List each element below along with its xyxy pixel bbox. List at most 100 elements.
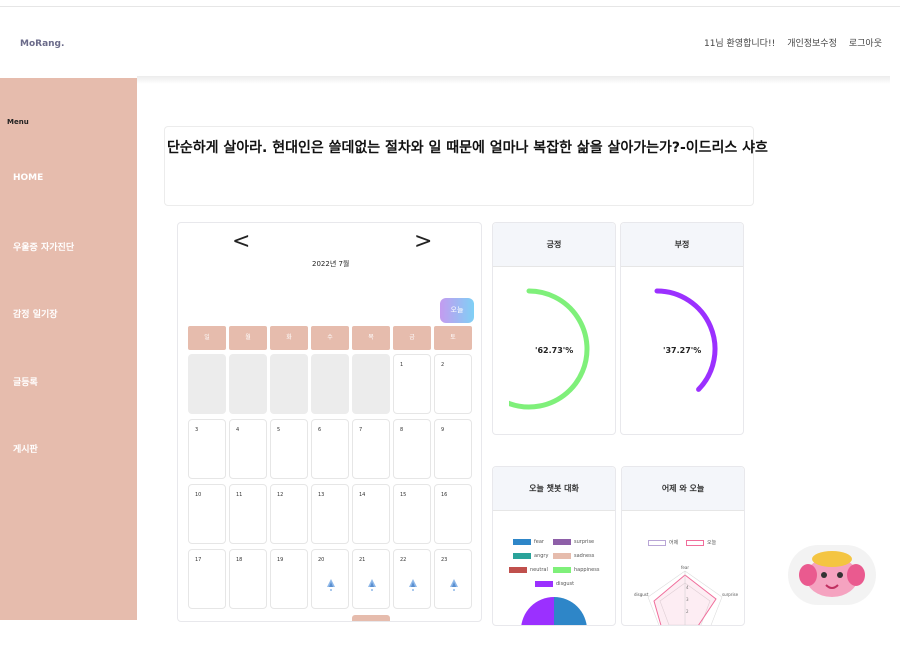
compare-title: 어제 와 오늘 bbox=[622, 467, 744, 511]
emotion-pie-chart bbox=[521, 597, 587, 625]
sidebar-title: Menu bbox=[7, 118, 29, 126]
legend-surprise: surprise bbox=[553, 539, 594, 545]
day-number: 23 bbox=[441, 557, 448, 563]
sidebar-item-diary[interactable]: 감정 일기장 bbox=[13, 307, 58, 320]
legend-happiness: happiness bbox=[553, 567, 599, 573]
legend-yesterday: 어제 bbox=[648, 539, 678, 546]
calendar-day[interactable]: 3 bbox=[188, 419, 226, 479]
compare-card: 어제 와 오늘 어제 오늘 fear surprise disgust 4 3 … bbox=[621, 466, 745, 626]
legend-label: 어제 bbox=[669, 540, 679, 546]
quote-card: 단순하게 살아라. 현대인은 쓸데없는 절차와 일 때문에 얼마나 복잡한 삶을… bbox=[164, 126, 768, 206]
sidebar-item-write[interactable]: 글등록 bbox=[13, 375, 38, 388]
positive-percent: '62.73'% bbox=[535, 346, 574, 355]
calendar-day[interactable]: 21 bbox=[352, 549, 390, 609]
header-shadow bbox=[137, 76, 890, 84]
next-month-button[interactable]: > bbox=[414, 229, 432, 254]
day-number: 13 bbox=[318, 492, 325, 498]
prev-month-button[interactable]: < bbox=[232, 229, 250, 254]
legend-swatch bbox=[553, 539, 571, 545]
top-header: MoRang. 11님 환영합니다!! 개인정보수정 로그아웃 bbox=[0, 14, 890, 76]
next-week-highlight bbox=[352, 615, 390, 621]
rain-icon bbox=[327, 579, 335, 591]
chat-emotion-card: 오늘 챗봇 대화 fear surprise angry sadness neu… bbox=[492, 466, 616, 626]
legend-swatch bbox=[686, 539, 704, 546]
calendar-day[interactable]: 13 bbox=[311, 484, 349, 544]
calendar-day[interactable]: 14 bbox=[352, 484, 390, 544]
day-number: 17 bbox=[195, 557, 202, 563]
positive-card: 긍정 '62.73'% bbox=[492, 222, 616, 435]
legend-label: disgust bbox=[556, 581, 575, 587]
edit-profile-link[interactable]: 개인정보수정 bbox=[787, 36, 837, 49]
legend-today: 오늘 bbox=[686, 539, 716, 546]
calendar-day[interactable]: 17 bbox=[188, 549, 226, 609]
legend-disgust: disgust bbox=[535, 581, 574, 587]
day-number: 5 bbox=[277, 427, 281, 433]
neg-gauge-arc bbox=[654, 288, 718, 392]
legend-swatch bbox=[513, 539, 531, 545]
calendar-day[interactable]: 9 bbox=[434, 419, 472, 479]
sidebar-item-board[interactable]: 게시판 bbox=[13, 442, 38, 455]
calendar-day-empty bbox=[229, 354, 267, 414]
day-number: 12 bbox=[277, 492, 284, 498]
legend-swatch bbox=[513, 553, 531, 559]
calendar-day[interactable]: 12 bbox=[270, 484, 308, 544]
day-number: 22 bbox=[400, 557, 407, 563]
sidebar: Menu HOME 우울증 자가진단 감정 일기장 글등록 게시판 bbox=[0, 78, 137, 620]
calendar-day[interactable]: 22 bbox=[393, 549, 431, 609]
legend-label: angry bbox=[534, 553, 549, 559]
app-logo[interactable]: MoRang. bbox=[20, 39, 64, 49]
weekday-sat: 토 bbox=[434, 326, 472, 350]
day-number: 11 bbox=[236, 492, 243, 498]
sidebar-item-self-test[interactable]: 우울증 자가진단 bbox=[13, 240, 74, 253]
legend-label: happiness bbox=[574, 567, 600, 573]
positive-title: 긍정 bbox=[493, 223, 615, 267]
day-number: 10 bbox=[195, 492, 202, 498]
radar-axis-label-fear: fear bbox=[681, 565, 689, 570]
today-button[interactable]: 오늘 bbox=[440, 298, 474, 323]
calendar-day[interactable]: 19 bbox=[270, 549, 308, 609]
legend-swatch bbox=[648, 539, 666, 546]
calendar-day-empty bbox=[270, 354, 308, 414]
sidebar-item-home[interactable]: HOME bbox=[13, 173, 43, 183]
calendar-day[interactable]: 7 bbox=[352, 419, 390, 479]
calendar-day[interactable]: 4 bbox=[229, 419, 267, 479]
negative-percent: '37.27'% bbox=[663, 346, 702, 355]
day-number: 4 bbox=[236, 427, 240, 433]
top-nav: 11님 환영합니다!! 개인정보수정 로그아웃 bbox=[704, 36, 882, 49]
calendar-day[interactable]: 15 bbox=[393, 484, 431, 544]
calendar-day[interactable]: 8 bbox=[393, 419, 431, 479]
weekday-thu: 목 bbox=[352, 326, 390, 350]
day-number: 1 bbox=[400, 362, 404, 368]
rain-icon bbox=[368, 579, 376, 591]
calendar-day[interactable]: 16 bbox=[434, 484, 472, 544]
top-divider bbox=[0, 6, 900, 7]
day-number: 2 bbox=[441, 362, 445, 368]
calendar-day[interactable]: 5 bbox=[270, 419, 308, 479]
calendar-day[interactable]: 23 bbox=[434, 549, 472, 609]
legend-label: fear bbox=[534, 539, 544, 545]
legend-sadness: sadness bbox=[553, 553, 594, 559]
legend-label: 오늘 bbox=[707, 540, 717, 546]
weekday-fri: 금 bbox=[393, 326, 431, 350]
day-number: 16 bbox=[441, 492, 448, 498]
logout-link[interactable]: 로그아웃 bbox=[849, 36, 882, 49]
calendar-day[interactable]: 6 bbox=[311, 419, 349, 479]
day-number: 18 bbox=[236, 557, 243, 563]
calendar-day[interactable]: 2 bbox=[434, 354, 472, 414]
day-number: 9 bbox=[441, 427, 445, 433]
weekday-wed: 수 bbox=[311, 326, 349, 350]
calendar-day[interactable]: 1 bbox=[393, 354, 431, 414]
legend-swatch bbox=[509, 567, 527, 573]
calendar-day[interactable]: 11 bbox=[229, 484, 267, 544]
legend-swatch bbox=[535, 581, 553, 587]
day-number: 14 bbox=[359, 492, 366, 498]
legend-fear: fear bbox=[513, 539, 544, 545]
day-number: 6 bbox=[318, 427, 322, 433]
calendar-day[interactable]: 18 bbox=[229, 549, 267, 609]
chatbot-launcher[interactable] bbox=[788, 545, 876, 605]
day-number: 20 bbox=[318, 557, 325, 563]
calendar-day[interactable]: 20 bbox=[311, 549, 349, 609]
weekday-tue: 화 bbox=[270, 326, 308, 350]
calendar-day[interactable]: 10 bbox=[188, 484, 226, 544]
weekday-mon: 월 bbox=[229, 326, 267, 350]
